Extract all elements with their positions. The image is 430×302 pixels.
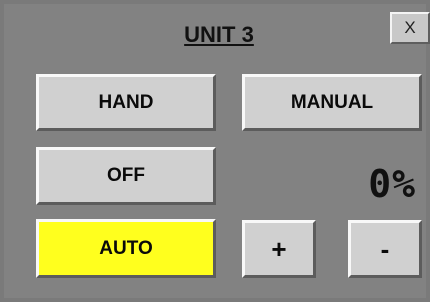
hand-button[interactable]: HAND bbox=[36, 74, 216, 131]
auto-button[interactable]: AUTO bbox=[36, 219, 216, 278]
unit-title: UNIT 3 bbox=[184, 22, 254, 47]
manual-button[interactable]: MANUAL bbox=[242, 74, 422, 131]
increase-button[interactable]: + bbox=[242, 220, 316, 278]
off-button[interactable]: OFF bbox=[36, 147, 216, 205]
output-percent-readout: 0% bbox=[368, 162, 416, 206]
close-button[interactable]: X bbox=[390, 12, 430, 44]
decrease-button[interactable]: - bbox=[348, 220, 422, 278]
unit-control-panel: UNIT 3 X HAND MANUAL OFF AUTO 0% + - bbox=[0, 0, 430, 302]
